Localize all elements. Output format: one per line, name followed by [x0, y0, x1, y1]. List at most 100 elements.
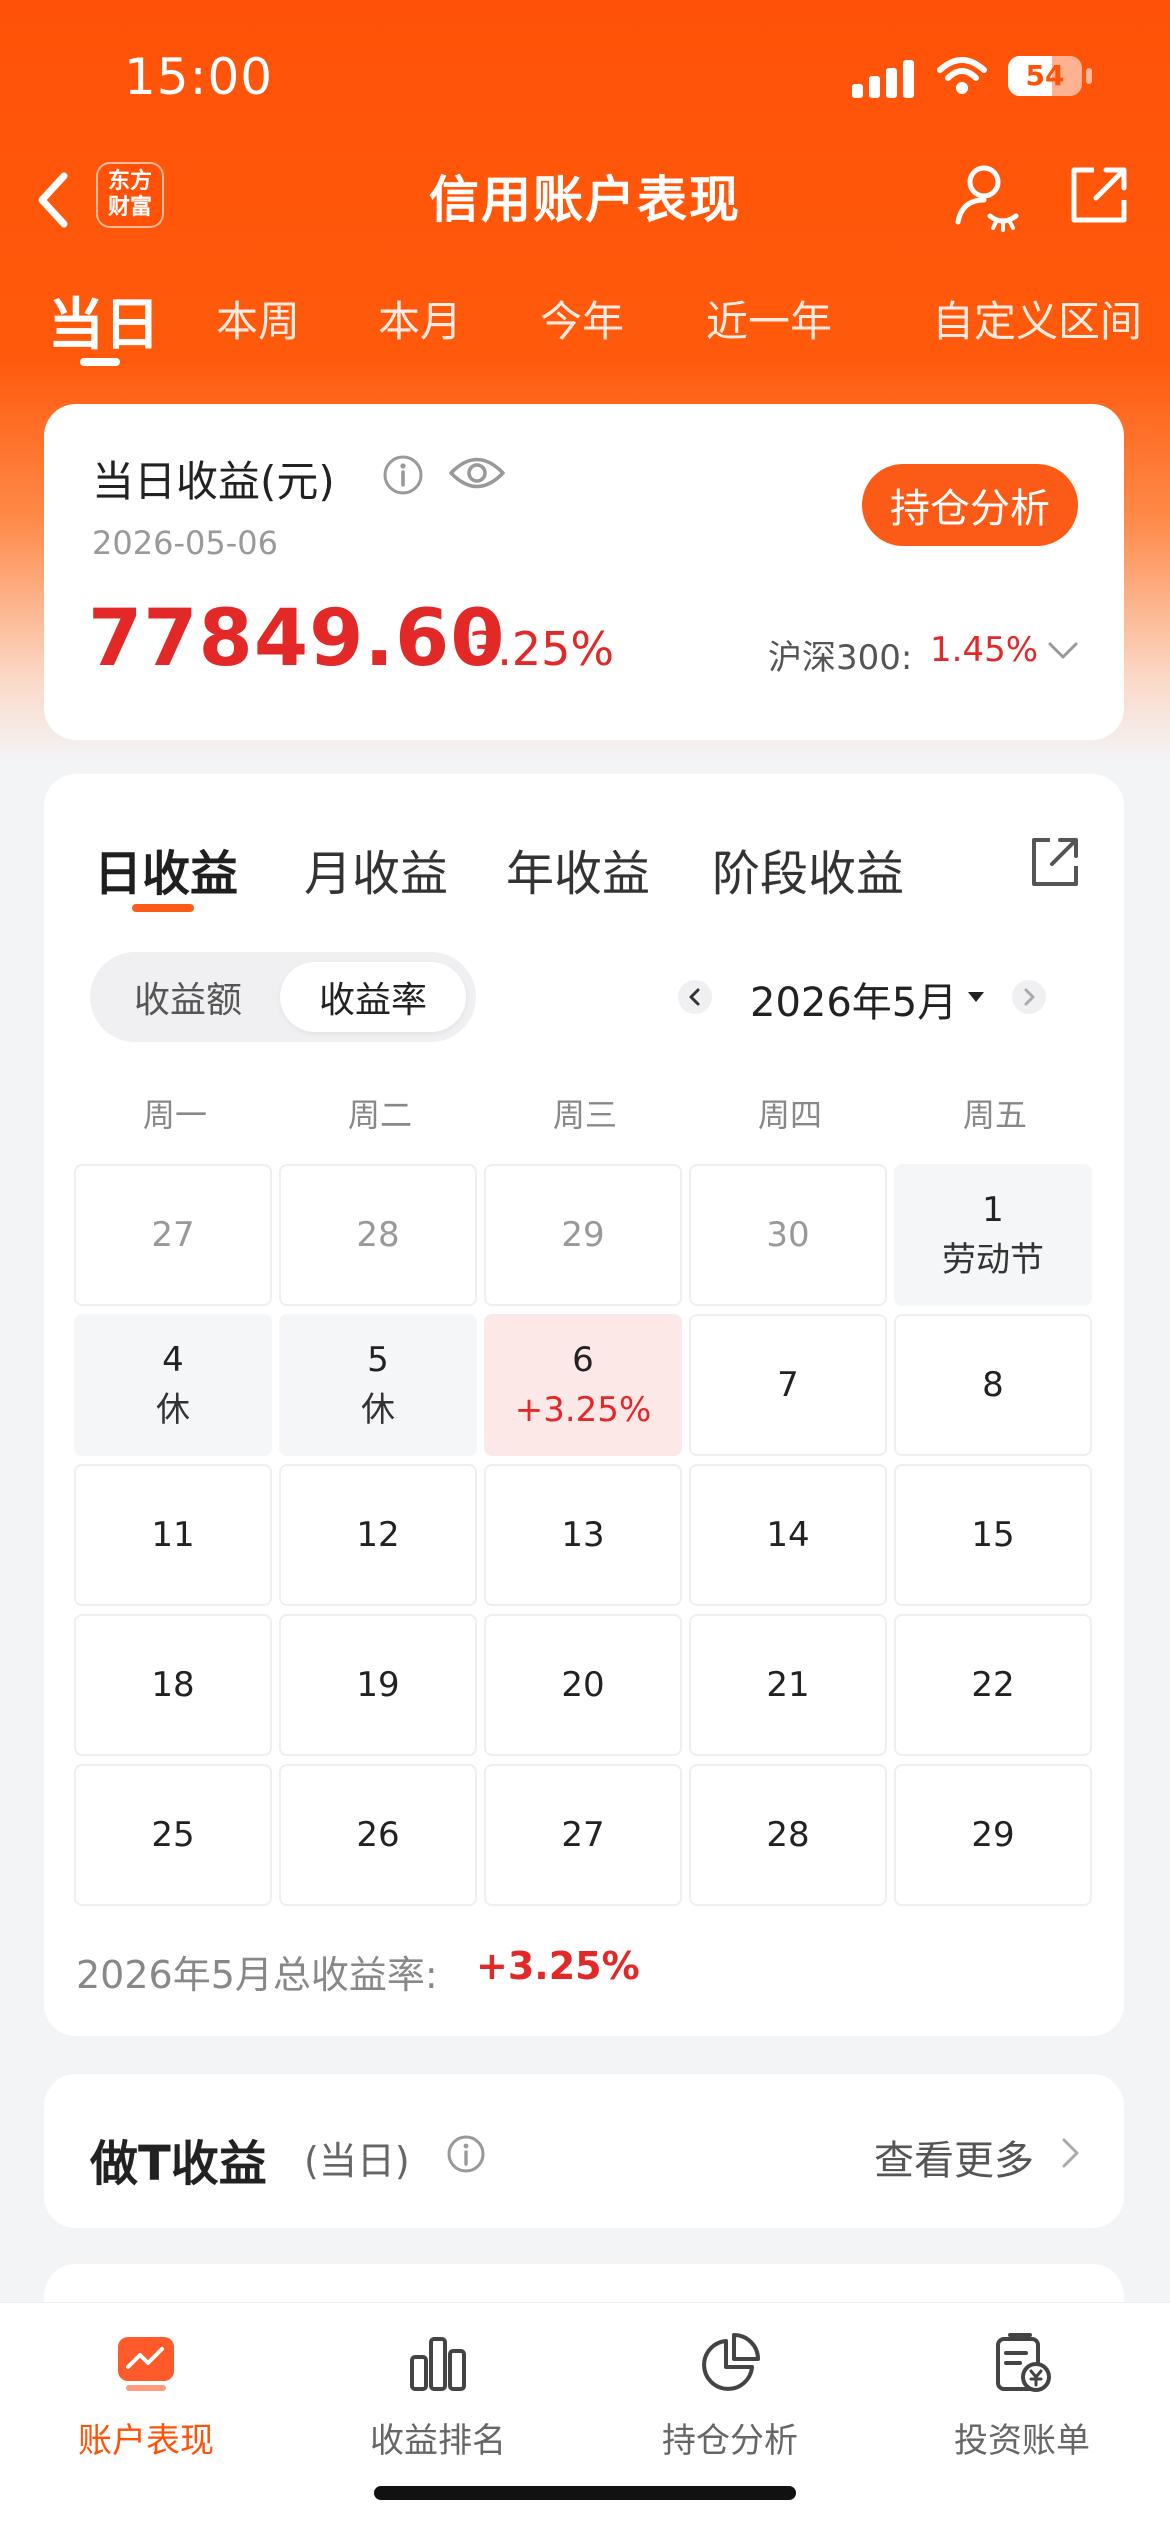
calendar-day-cell[interactable]: 30 [689, 1164, 887, 1306]
bottom-tab-investment-bill[interactable]: 投资账单 [876, 2331, 1168, 2462]
tab-daily-profit[interactable]: 日收益 [94, 834, 238, 904]
toggle-amount[interactable]: 收益额 [100, 962, 276, 1032]
month-total-label: 2026年5月总收益率: [76, 1953, 438, 1997]
calendar-day-cell[interactable]: 13 [484, 1464, 682, 1606]
holiday-label: 劳动节 [942, 1240, 1044, 1280]
day-number: 6 [572, 1340, 594, 1380]
bottom-tab-account-performance[interactable]: 账户表现 [0, 2331, 292, 2462]
calendar-day-cell[interactable]: 11 [74, 1464, 272, 1606]
benchmark-label[interactable]: 沪深300: [768, 630, 912, 679]
calendar-day-cell[interactable]: 19 [279, 1614, 477, 1756]
tab-monthly-profit[interactable]: 月收益 [304, 834, 448, 904]
calendar-day-cell-selected[interactable]: 6 +3.25% [484, 1314, 682, 1456]
day-number: 30 [766, 1215, 810, 1255]
chevron-right-icon[interactable] [1060, 2136, 1082, 2170]
day-number: 8 [982, 1365, 1004, 1405]
eye-icon[interactable] [448, 450, 506, 496]
calendar-day-cell[interactable]: 4休 [74, 1314, 272, 1456]
bottom-tab-position-analysis[interactable]: 持仓分析 [584, 2331, 876, 2462]
day-number: 5 [367, 1340, 389, 1380]
calendar-day-cell[interactable]: 7 [689, 1314, 887, 1456]
day-number: 28 [356, 1215, 400, 1255]
user-privacy-icon[interactable] [950, 160, 1022, 232]
day-number: 15 [971, 1515, 1015, 1555]
bottom-tab-label: 账户表现 [78, 2421, 214, 2461]
next-month-icon[interactable] [1012, 980, 1046, 1014]
day-number: 14 [766, 1515, 810, 1555]
export-icon[interactable] [1026, 834, 1082, 890]
rest-day-label: 休 [156, 1390, 190, 1430]
toggle-rate[interactable]: 收益率 [280, 962, 466, 1032]
calendar-day-cell[interactable]: 25 [74, 1764, 272, 1906]
bottom-tab-label: 收益排名 [370, 2421, 506, 2461]
share-icon[interactable] [1066, 162, 1132, 228]
calendar-day-cell[interactable]: 20 [484, 1614, 682, 1756]
profit-mode-toggle: 收益额 收益率 [90, 952, 476, 1042]
bottom-tab-label: 持仓分析 [662, 2421, 798, 2461]
battery-level: 54 [1025, 59, 1065, 92]
tab-this-month[interactable]: 本月 [378, 288, 462, 349]
info-icon[interactable] [446, 2134, 486, 2174]
daily-profit-value: 77849.60 [88, 594, 506, 684]
view-more-link[interactable]: 查看更多 [874, 2128, 1034, 2186]
calendar-day-cell[interactable]: 12 [279, 1464, 477, 1606]
profit-calendar-card: 日收益 月收益 年收益 阶段收益 收益额 收益率 2026年5月 周一 周二 周… [44, 774, 1124, 2036]
calendar-day-cell[interactable]: 26 [279, 1764, 477, 1906]
t-trade-profit-card[interactable]: 做T收益 (当日) 查看更多 [44, 2074, 1124, 2228]
calendar-day-cell[interactable]: 29 [484, 1164, 682, 1306]
tab-period-profit[interactable]: 阶段收益 [712, 834, 904, 904]
calendar-day-cell[interactable]: 21 [689, 1614, 887, 1756]
prev-month-icon[interactable] [678, 980, 712, 1014]
pie-chart-icon [702, 2333, 760, 2391]
calendar-day-cell[interactable]: 8 [894, 1314, 1092, 1456]
info-icon[interactable] [382, 454, 424, 496]
day-number: 22 [971, 1665, 1015, 1705]
weekday-wed: 周三 [552, 1096, 617, 1134]
calendar-day-cell[interactable]: 28 [689, 1764, 887, 1906]
day-number: 19 [356, 1665, 400, 1705]
trend-chart-icon [118, 2337, 174, 2391]
bill-icon [996, 2333, 1051, 2392]
profit-tab-indicator [132, 904, 194, 912]
tab-this-year[interactable]: 今年 [540, 288, 624, 349]
day-number: 27 [151, 1215, 195, 1255]
day-number: 4 [162, 1340, 184, 1380]
bottom-tab-label: 投资账单 [954, 2421, 1090, 2461]
calendar-day-cell[interactable]: 18 [74, 1614, 272, 1756]
calendar-day-cell[interactable]: 28 [279, 1164, 477, 1306]
day-number: 29 [561, 1215, 605, 1255]
t-trade-title: 做T收益 [90, 2136, 267, 2192]
tab-last-year[interactable]: 近一年 [706, 288, 832, 349]
calendar-day-cell[interactable]: 27 [484, 1764, 682, 1906]
calendar-day-cell[interactable]: 29 [894, 1764, 1092, 1906]
tab-yearly-profit[interactable]: 年收益 [506, 834, 650, 904]
tab-custom-range[interactable]: 自定义区间 [932, 288, 1142, 349]
month-total-value: +3.25% [476, 1944, 640, 1988]
daily-summary-card: 当日收益(元) 2026-05-06 77849.60 3.25% 持仓分析 沪… [44, 404, 1124, 740]
battery-icon: 54 [1008, 56, 1082, 96]
calendar-day-cell[interactable]: 5休 [279, 1314, 477, 1456]
bar-chart-icon [410, 2337, 466, 2391]
cellular-signal-icon [852, 60, 914, 98]
calendar-day-cell[interactable]: 22 [894, 1614, 1092, 1756]
position-analysis-button[interactable]: 持仓分析 [862, 464, 1078, 546]
chevron-down-icon[interactable] [1046, 638, 1080, 664]
month-selector[interactable]: 2026年5月 [750, 970, 957, 1028]
caret-down-icon[interactable] [966, 990, 986, 1004]
calendar-day-cell[interactable]: 27 [74, 1164, 272, 1306]
tab-this-week[interactable]: 本周 [216, 288, 300, 349]
calendar-day-cell[interactable]: 14 [689, 1464, 887, 1606]
daily-profit-rate: 3.25% [468, 622, 615, 676]
calendar-day-cell[interactable]: 15 [894, 1464, 1092, 1606]
battery-cap [1086, 68, 1092, 84]
day-number: 11 [151, 1515, 195, 1555]
status-time: 15:00 [124, 48, 274, 106]
day-number: 1 [982, 1190, 1004, 1230]
tab-today[interactable]: 当日 [48, 280, 160, 361]
day-number: 25 [151, 1815, 195, 1855]
calendar-day-cell[interactable]: 1 劳动节 [894, 1164, 1092, 1306]
benchmark-value[interactable]: 1.45% [930, 630, 1038, 670]
day-number: 29 [971, 1815, 1015, 1855]
bottom-tab-profit-ranking[interactable]: 收益排名 [292, 2331, 584, 2462]
day-number: 20 [561, 1665, 605, 1705]
